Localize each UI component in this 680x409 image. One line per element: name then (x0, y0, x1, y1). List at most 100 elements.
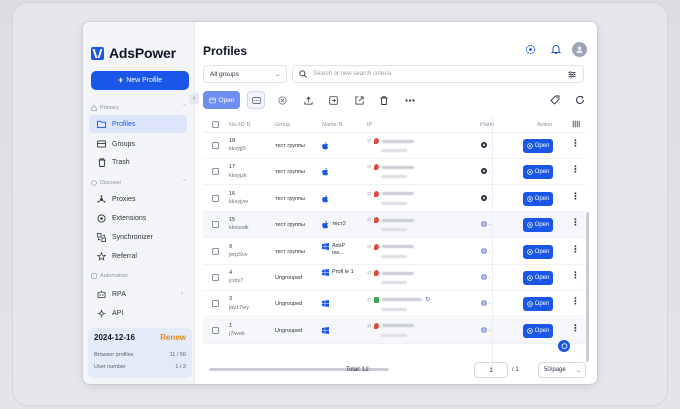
select-all-checkbox[interactable] (212, 121, 219, 128)
section-automation[interactable]: Automation (91, 273, 187, 279)
section-discover[interactable]: Discover ⌃ (91, 179, 187, 186)
apple-icon (322, 221, 329, 233)
swap-icon: ⇄ (367, 296, 372, 303)
sidebar-item-label: Trash (112, 158, 130, 166)
section-primary-label: Primary (100, 104, 119, 111)
vertical-scrollbar[interactable] (586, 212, 589, 362)
row-checkbox[interactable] (212, 194, 219, 202)
row-more-icon[interactable]: ⋮ (571, 297, 580, 306)
chevron-down-icon: ⌄ (274, 71, 280, 78)
open-profile-button[interactable]: Open (523, 218, 553, 233)
share-button[interactable] (350, 91, 368, 109)
open-profile-button[interactable]: Open (523, 139, 553, 153)
profile-group: тест группы (275, 248, 305, 255)
row-checkbox[interactable] (212, 326, 219, 334)
table-row[interactable]: 1 j7iweb Ungrouped ⇄ - Open ⋮ (203, 317, 585, 344)
platform-cell: - (481, 221, 491, 229)
row-more-icon[interactable]: ⋮ (571, 139, 580, 148)
sidebar-item-trash[interactable]: Trash (89, 153, 187, 171)
support-chat-button[interactable] (558, 340, 570, 352)
sidebar-item-groups[interactable]: Groups (89, 135, 187, 153)
row-more-icon[interactable]: ⋮ (571, 323, 580, 333)
group-filter-select[interactable]: All groups ⌄ (203, 65, 287, 83)
ip-cell-redacted: ⇄ (367, 164, 415, 179)
user-number-label: User number (94, 364, 126, 370)
profile-group: Ungrouped (275, 301, 303, 308)
table-row[interactable]: 18 kkxyjj0 тест группы ⇄ - Open ⋮ (203, 133, 585, 159)
sidebar-item-referral[interactable]: Referral (89, 247, 187, 265)
row-checkbox[interactable] (212, 247, 219, 255)
settings-clock-icon[interactable] (523, 42, 538, 57)
move-to-group-button[interactable] (324, 91, 342, 109)
row-checkbox[interactable] (212, 300, 219, 308)
profile-name: AdsP ow... (332, 242, 346, 257)
ip-cell-redacted: ⇄ (367, 217, 415, 232)
open-profile-button[interactable]: Open (523, 244, 553, 259)
browser-icon (526, 143, 533, 149)
row-more-icon[interactable]: ⋮ (571, 165, 580, 174)
sidebar-item-rpa[interactable]: RPA › (89, 285, 187, 303)
platform-more: - (489, 327, 491, 334)
renew-link[interactable]: Renew (160, 333, 186, 342)
close-browsers-button[interactable] (273, 91, 291, 109)
delete-button[interactable] (375, 91, 393, 109)
browser-icon (526, 169, 533, 176)
extensions-icon (97, 213, 106, 223)
location-pin-icon (374, 243, 380, 250)
windows-icon (322, 269, 329, 280)
refresh-icon[interactable]: ↻ (425, 296, 430, 303)
rpa-icon (97, 289, 106, 299)
table-row[interactable]: 9 jeqz5vv тест группы AdsP ow... ⇄ - Ope… (203, 239, 585, 265)
open-profile-button[interactable]: Open (523, 165, 553, 180)
col-name[interactable]: Name ⇅ (322, 122, 343, 128)
sidebar-item-synchronizer[interactable]: Synchronizer (89, 228, 187, 246)
synchronizer-icon (97, 232, 106, 242)
batch-window-button[interactable] (247, 91, 265, 109)
tag-button[interactable] (546, 91, 564, 109)
more-actions-button[interactable] (401, 91, 419, 109)
column-settings-icon[interactable] (572, 120, 580, 130)
batch-open-button[interactable]: Open (203, 91, 240, 109)
row-checkbox[interactable] (212, 221, 219, 229)
page-title: Profiles (203, 44, 248, 58)
filter-icon[interactable] (568, 70, 576, 78)
plus-icon: + (117, 75, 124, 85)
open-profile-button[interactable]: Open (523, 271, 553, 285)
profile-id-cell: 9 jeqz5vv (229, 243, 248, 260)
table-row[interactable]: 3 jav17wy Ungrouped ⇄ ↻ - Open ⋮ (203, 291, 585, 318)
bell-icon[interactable] (548, 42, 563, 57)
page-number-input[interactable]: 1 (474, 362, 508, 378)
page-size-select[interactable]: 50/page ⌄ (538, 362, 586, 378)
table-row[interactable]: 15 kkxssdk тест группы тест2 ⇄ - Open ⋮ (203, 212, 585, 239)
open-profile-label: Open (534, 143, 550, 149)
open-profile-label: Open (534, 169, 550, 176)
table-row[interactable]: 4 jcoty7 Ungrouped Profi le 1 ⇄ - Open ⋮ (203, 265, 585, 291)
row-more-icon[interactable]: ⋮ (571, 244, 580, 254)
new-profile-button[interactable]: + New Profile (91, 71, 189, 90)
refresh-button[interactable] (571, 91, 589, 109)
open-profile-button[interactable]: Open (523, 323, 553, 338)
section-primary[interactable]: Primary ⌃ (91, 104, 187, 111)
sidebar-item-profiles[interactable]: Profiles (89, 115, 187, 133)
open-profile-button[interactable]: Open (523, 297, 553, 312)
col-id[interactable]: No./ID ⇅ (229, 122, 251, 128)
sidebar-item-extensions[interactable]: Extensions (89, 209, 187, 227)
row-more-icon[interactable]: ⋮ (571, 191, 580, 201)
sidebar-item-api[interactable]: API (89, 304, 187, 322)
table-row[interactable]: 16 kkxyjyw тест группы ⇄ - Open ⋮ (203, 186, 585, 212)
collapse-sidebar-button[interactable]: ‹ (189, 93, 199, 104)
sidebar-item-proxies[interactable]: Proxies (89, 190, 187, 208)
profile-number: 1 (229, 322, 233, 329)
platform-cell: - (481, 168, 491, 176)
upload-button[interactable] (299, 91, 317, 109)
row-checkbox[interactable] (212, 274, 219, 281)
row-checkbox[interactable] (212, 168, 219, 176)
profile-id: kkxssdk (229, 225, 249, 232)
search-input[interactable]: Search or new search criteria (292, 65, 584, 83)
row-more-icon[interactable]: ⋮ (571, 271, 580, 280)
table-row[interactable]: 17 kkxyjzk тест группы ⇄ - Open ⋮ (203, 159, 585, 186)
open-profile-button[interactable]: Open (523, 191, 553, 206)
row-checkbox[interactable] (212, 142, 219, 149)
row-more-icon[interactable]: ⋮ (571, 218, 580, 227)
avatar[interactable] (572, 42, 587, 57)
